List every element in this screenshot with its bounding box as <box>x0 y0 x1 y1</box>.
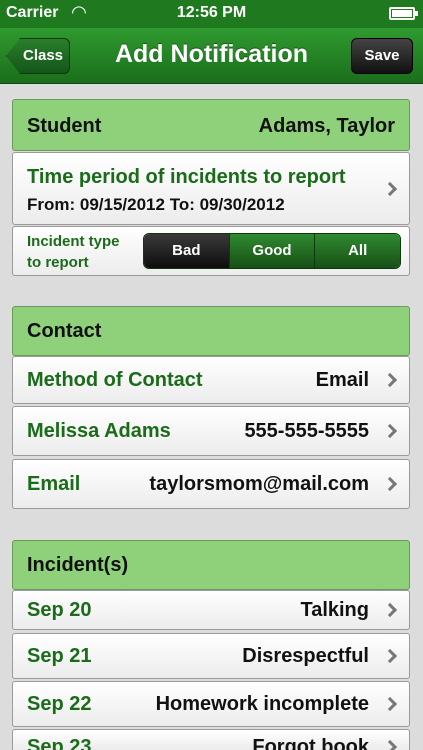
chevron-right-icon <box>382 648 398 664</box>
contact-method-value: Email <box>315 369 369 391</box>
incident-desc: Talking <box>300 599 369 621</box>
contact-phone-row[interactable]: Melissa Adams 555-555-5555 <box>12 406 410 456</box>
incident-date: Sep 21 <box>27 645 92 667</box>
chevron-right-icon <box>382 372 398 388</box>
segment-all[interactable]: All <box>314 234 400 268</box>
chevron-right-icon <box>382 476 398 492</box>
contact-email-value: taylorsmom@mail.com <box>149 473 369 495</box>
incident-desc: Homework incomplete <box>155 693 369 715</box>
incident-type-label-line1: Incident type <box>27 233 120 250</box>
incident-row[interactable]: Sep 23 Forgot book <box>12 729 410 750</box>
chevron-right-icon <box>382 423 398 439</box>
time-period-label: Time period of incidents to report <box>27 166 346 188</box>
contact-method-row[interactable]: Method of Contact Email <box>12 356 410 404</box>
student-name: Adams, Taylor <box>258 115 395 137</box>
contact-method-label: Method of Contact <box>27 369 203 391</box>
incident-desc: Disrespectful <box>242 645 369 667</box>
chevron-right-icon <box>382 739 398 750</box>
incident-row[interactable]: Sep 20 Talking <box>12 590 410 630</box>
incident-date: Sep 23 <box>27 736 92 750</box>
student-header-row: Student Adams, Taylor <box>12 99 410 151</box>
incident-type-row: Incident type to report Bad Good All <box>12 226 410 276</box>
segment-good[interactable]: Good <box>228 234 315 268</box>
contact-phone-value: 555-555-5555 <box>244 420 369 442</box>
chevron-right-icon <box>382 696 398 712</box>
contact-email-row[interactable]: Email taylorsmom@mail.com <box>12 459 410 509</box>
contact-name-label: Melissa Adams <box>27 420 171 442</box>
status-bar: Carrier ◠ 12:56 PM <box>0 0 423 28</box>
time-period-range: From: 09/15/2012 To: 09/30/2012 <box>27 195 285 214</box>
save-button[interactable]: Save <box>351 38 413 74</box>
incident-date: Sep 22 <box>27 693 92 715</box>
incident-type-label-line2: to report <box>27 254 89 271</box>
contact-header-row: Contact <box>12 306 410 356</box>
incidents-header-row: Incident(s) <box>12 540 410 590</box>
contact-email-label: Email <box>27 473 81 495</box>
incidents-label: Incident(s) <box>27 554 129 576</box>
battery-icon <box>389 7 418 20</box>
contact-label: Contact <box>27 320 102 342</box>
segment-bad[interactable]: Bad <box>144 234 229 268</box>
incident-desc: Forgot book <box>252 736 369 750</box>
student-label: Student <box>27 115 102 137</box>
incident-row[interactable]: Sep 22 Homework incomplete <box>12 681 410 727</box>
incident-row[interactable]: Sep 21 Disrespectful <box>12 633 410 679</box>
chevron-right-icon <box>382 602 398 618</box>
time-period-row[interactable]: Time period of incidents to report From:… <box>12 152 410 225</box>
chevron-right-icon <box>382 181 398 197</box>
clock: 12:56 PM <box>176 4 247 21</box>
navigation-bar: Class Add Notification Save <box>0 28 423 84</box>
incident-type-label: Incident type to report <box>27 231 120 273</box>
incident-date: Sep 20 <box>27 599 92 621</box>
incident-type-segmented-control: Bad Good All <box>143 233 401 269</box>
